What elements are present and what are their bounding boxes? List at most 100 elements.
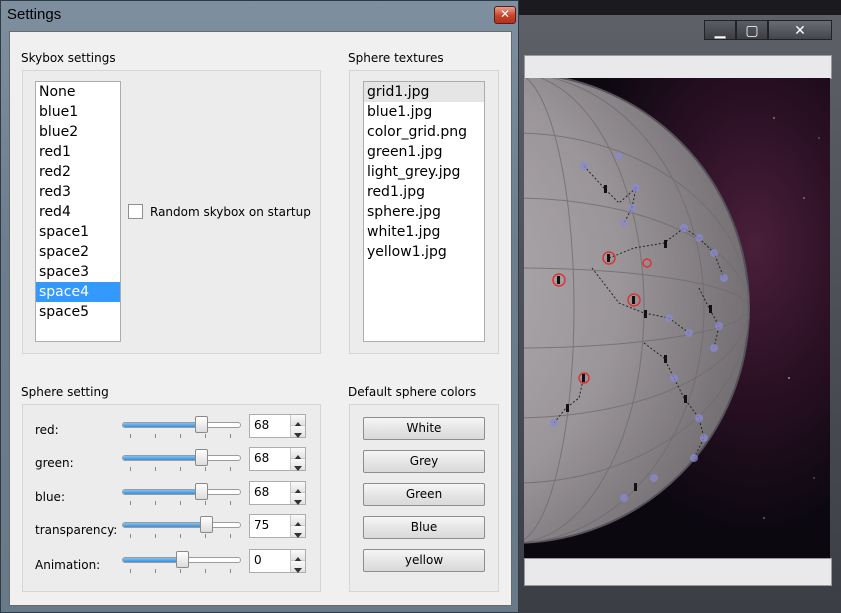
spin-up-arrow-icon[interactable] (290, 482, 305, 494)
window-title: Settings (7, 6, 62, 23)
viewer-menubar (524, 55, 832, 79)
maximize-button[interactable]: ▢ (736, 20, 768, 40)
settings-titlebar[interactable]: Settings ✕ (1, 1, 518, 29)
list-item[interactable]: blue1.jpg (364, 102, 484, 122)
random-skybox-label: Random skybox on startup (150, 205, 311, 219)
slider-fill (123, 558, 182, 562)
slider-tick (205, 534, 206, 538)
list-item[interactable]: space4 (36, 282, 120, 302)
list-item[interactable]: white1.jpg (364, 222, 484, 242)
list-item[interactable]: space2 (36, 242, 120, 262)
color-button-green[interactable]: Green (363, 483, 485, 506)
slider-track[interactable] (122, 522, 241, 528)
settings-close-button[interactable]: ✕ (494, 6, 516, 24)
slider-spinbox[interactable]: 68 (249, 414, 306, 438)
slider-spinbox[interactable]: 75 (249, 514, 306, 538)
slider-tick (180, 534, 181, 538)
list-item[interactable]: sphere.jpg (364, 202, 484, 222)
slider-fill (123, 523, 207, 527)
slider-tick (155, 501, 156, 505)
slider-track[interactable] (122, 422, 241, 428)
spin-down-arrow-icon[interactable] (290, 526, 305, 538)
slider-tick (130, 467, 131, 471)
slider-tick (205, 569, 206, 573)
spin-down-arrow-icon[interactable] (290, 493, 305, 505)
slider-tick (205, 434, 206, 438)
slider-tick (180, 569, 181, 573)
slider-tick (230, 467, 231, 471)
spin-up-arrow-icon[interactable] (290, 515, 305, 527)
slider-spinbox[interactable]: 68 (249, 447, 306, 471)
list-item[interactable]: grid1.jpg (364, 82, 484, 102)
sphere-setting-title: Sphere setting (21, 385, 109, 399)
slider-label: Animation: (35, 558, 101, 572)
slider-handle[interactable] (175, 551, 189, 568)
slider-label: blue: (35, 490, 65, 504)
slider-track[interactable] (122, 455, 241, 461)
slider-tick (155, 534, 156, 538)
slider-tick (180, 434, 181, 438)
list-item[interactable]: light_grey.jpg (364, 162, 484, 182)
slider-tick (155, 467, 156, 471)
sphere-texture-list[interactable]: grid1.jpg blue1.jpg color_grid.png green1.j… (363, 81, 485, 342)
slider-handle[interactable] (200, 516, 214, 533)
slider-handle[interactable] (194, 483, 208, 500)
list-item[interactable]: blue1 (36, 102, 120, 122)
slider-label: green: (35, 456, 74, 470)
slider-handle[interactable] (194, 449, 208, 466)
list-item[interactable]: blue2 (36, 122, 120, 142)
color-button-white[interactable]: White (363, 417, 485, 440)
slider-tick (230, 501, 231, 505)
list-item[interactable]: red3 (36, 182, 120, 202)
list-item[interactable]: green1.jpg (364, 142, 484, 162)
spinbox-value: 68 (254, 485, 270, 499)
viewer-close-button[interactable]: ✕ (768, 20, 832, 40)
minimize-button[interactable]: ▁ (704, 20, 736, 40)
spinbox-value: 75 (254, 518, 270, 532)
list-item[interactable]: red4 (36, 202, 120, 222)
spin-down-arrow-icon[interactable] (290, 426, 305, 438)
settings-window: Settings ✕ Skybox settings None blue1 blue… (0, 0, 519, 613)
spin-up-arrow-icon[interactable] (290, 448, 305, 460)
spin-down-arrow-icon[interactable] (290, 459, 305, 471)
slider-track[interactable] (122, 489, 241, 495)
slider-tick (155, 569, 156, 573)
random-skybox-checkbox[interactable] (128, 204, 143, 219)
list-item[interactable]: space1 (36, 222, 120, 242)
slider-tick (130, 501, 131, 505)
slider-handle[interactable] (194, 416, 208, 433)
viewer-3d-canvas[interactable] (524, 78, 830, 558)
slider-fill (123, 456, 201, 460)
color-button-yellow[interactable]: yellow (363, 549, 485, 572)
default-colors-title: Default sphere colors (348, 385, 477, 399)
slider-tick (130, 569, 131, 573)
slider-spinbox[interactable]: 68 (249, 481, 306, 505)
list-item[interactable]: red1.jpg (364, 182, 484, 202)
slider-label: transparency: (35, 523, 118, 537)
spinbox-value: 68 (254, 451, 270, 465)
spin-up-arrow-icon[interactable] (290, 415, 305, 427)
slider-tick (180, 501, 181, 505)
maximize-icon: ▢ (745, 23, 759, 39)
sphere-scene-image (524, 78, 830, 558)
list-item[interactable]: None (36, 82, 120, 102)
list-item[interactable]: color_grid.png (364, 122, 484, 142)
slider-tick (155, 434, 156, 438)
settings-client-area: Skybox settings None blue1 blue2 red1 red2 re… (9, 31, 512, 606)
color-button-grey[interactable]: Grey (363, 450, 485, 473)
spin-up-arrow-icon[interactable] (290, 550, 305, 562)
color-button-blue[interactable]: Blue (363, 516, 485, 539)
list-item[interactable]: space5 (36, 302, 120, 322)
spin-down-arrow-icon[interactable] (290, 561, 305, 573)
list-item[interactable]: red2 (36, 162, 120, 182)
list-item[interactable]: space3 (36, 262, 120, 282)
list-item[interactable]: yellow1.jpg (364, 242, 484, 262)
slider-tick (230, 569, 231, 573)
slider-tick (205, 501, 206, 505)
skybox-list[interactable]: None blue1 blue2 red1 red2 red3 red4 space1 spac… (35, 81, 121, 342)
sphere-textures-title: Sphere textures (348, 51, 444, 65)
slider-label: red: (35, 423, 59, 437)
slider-tick (130, 534, 131, 538)
list-item[interactable]: red1 (36, 142, 120, 162)
slider-spinbox[interactable]: 0 (249, 549, 306, 573)
